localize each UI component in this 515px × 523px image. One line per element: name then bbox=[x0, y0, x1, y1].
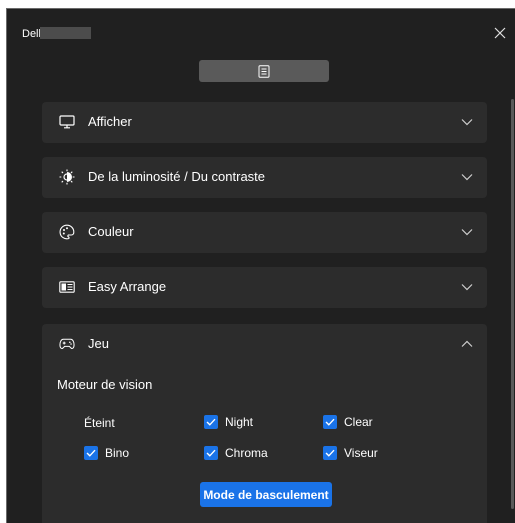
clear-checkbox[interactable] bbox=[323, 415, 337, 429]
section-game: Jeu Moteur de vision Éteint Night Clear bbox=[42, 324, 487, 523]
section-color-label: Couleur bbox=[88, 224, 134, 239]
viseur-label: Viseur bbox=[344, 446, 378, 460]
easy-arrange-icon bbox=[59, 279, 75, 295]
brightness-icon bbox=[59, 169, 75, 185]
palette-icon bbox=[59, 224, 75, 240]
chroma-label: Chroma bbox=[225, 446, 268, 460]
section-display-label: Afficher bbox=[88, 114, 132, 129]
chevron-up-icon bbox=[461, 338, 473, 350]
close-icon bbox=[494, 27, 506, 39]
chevron-down-icon bbox=[461, 116, 473, 128]
chevron-down-icon bbox=[461, 281, 473, 293]
chevron-down-icon bbox=[461, 171, 473, 183]
night-label: Night bbox=[225, 415, 254, 429]
option-viseur[interactable]: Viseur bbox=[323, 446, 378, 460]
scrollbar[interactable] bbox=[511, 99, 514, 509]
section-brightness[interactable]: De la luminosité / Du contraste bbox=[42, 157, 487, 198]
gamepad-icon bbox=[59, 336, 75, 352]
close-button[interactable] bbox=[490, 23, 510, 43]
section-game-header[interactable]: Jeu bbox=[42, 324, 487, 364]
redacted-model-name bbox=[40, 27, 91, 39]
clear-label: Clear bbox=[344, 415, 373, 429]
section-game-label: Jeu bbox=[88, 336, 109, 351]
check-icon bbox=[325, 449, 335, 457]
bino-checkbox[interactable] bbox=[84, 446, 98, 460]
section-display[interactable]: Afficher bbox=[42, 102, 487, 143]
section-easy-arrange[interactable]: Easy Arrange bbox=[42, 267, 487, 308]
toggle-mode-button[interactable]: Mode de basculement bbox=[200, 482, 332, 507]
option-clear[interactable]: Clear bbox=[323, 415, 373, 429]
section-color[interactable]: Couleur bbox=[42, 212, 487, 253]
night-checkbox[interactable] bbox=[204, 415, 218, 429]
menu-view-button[interactable] bbox=[199, 60, 329, 82]
bino-label: Bino bbox=[105, 446, 130, 460]
option-off[interactable]: Éteint bbox=[84, 416, 115, 430]
monitor-icon bbox=[59, 114, 75, 130]
check-icon bbox=[325, 418, 335, 426]
check-icon bbox=[206, 449, 216, 457]
option-chroma[interactable]: Chroma bbox=[204, 446, 268, 460]
app-name: Dell bbox=[22, 28, 41, 40]
option-off-label: Éteint bbox=[84, 416, 115, 430]
title-bar: Dell bbox=[7, 9, 515, 53]
section-easy-arrange-label: Easy Arrange bbox=[88, 279, 167, 294]
chroma-checkbox[interactable] bbox=[204, 446, 218, 460]
check-icon bbox=[206, 418, 216, 426]
chevron-down-icon bbox=[461, 226, 473, 238]
vision-engine-title: Moteur de vision bbox=[57, 377, 153, 392]
option-bino[interactable]: Bino bbox=[84, 446, 129, 460]
check-icon bbox=[86, 449, 96, 457]
app-window: Dell Afficher De la luminosité / Du cont… bbox=[6, 8, 515, 523]
option-night[interactable]: Night bbox=[204, 415, 253, 429]
section-brightness-label: De la luminosité / Du contraste bbox=[88, 169, 266, 184]
menu-list-icon bbox=[258, 64, 270, 78]
viseur-checkbox[interactable] bbox=[323, 446, 337, 460]
